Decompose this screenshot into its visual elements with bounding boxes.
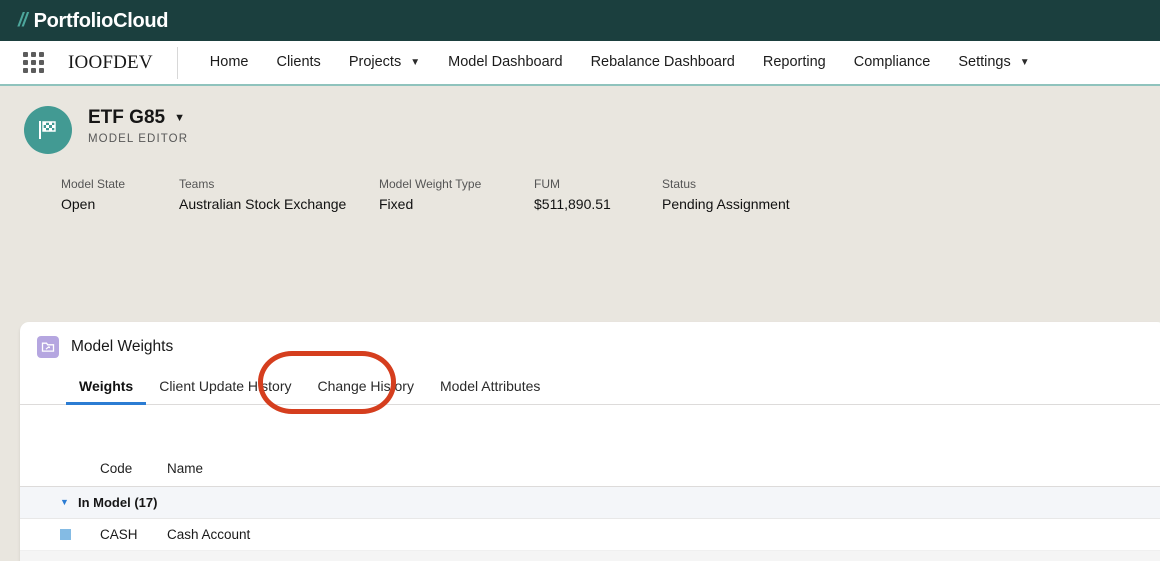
- nav-item-label: Projects: [349, 41, 401, 84]
- checkered-flag-icon: [35, 117, 61, 143]
- tab-list: Weights Client Update History Change His…: [20, 371, 1160, 405]
- nav-item-label: Rebalance Dashboard: [591, 41, 735, 84]
- group-label: In Model (17): [78, 495, 157, 510]
- row-color-swatch-cell: [60, 529, 100, 540]
- grid-dot: [31, 68, 36, 73]
- nav-item-label: Clients: [276, 41, 320, 84]
- tab-label: Model Attributes: [440, 378, 540, 394]
- record-title-block: ETF G85 ▼ MODEL EDITOR: [88, 103, 188, 145]
- table-row[interactable]: XARO ActiveX Ardea Real Outcome Bond Fun…: [20, 551, 1160, 561]
- field-status: Status Pending Assignment: [662, 177, 862, 212]
- color-swatch-icon: [60, 529, 71, 540]
- record-header: ETF G85 ▼ MODEL EDITOR: [0, 86, 1160, 154]
- field-model-state: Model State Open: [61, 177, 179, 212]
- nav-item-label: Home: [210, 41, 249, 84]
- model-weights-card: Model Weights Weights Client Update Hist…: [20, 322, 1160, 561]
- nav-item-label: Compliance: [854, 41, 931, 84]
- grid-dot: [31, 60, 36, 65]
- nav-item-settings[interactable]: Settings ▼: [944, 41, 1043, 84]
- cell-code: CASH: [100, 527, 167, 542]
- nav-divider: [177, 47, 178, 79]
- nav-item-clients[interactable]: Clients: [262, 41, 334, 84]
- nav-item-projects[interactable]: Projects ▼: [335, 41, 434, 84]
- grid-dot: [23, 60, 28, 65]
- column-header-name[interactable]: Name: [167, 461, 1160, 476]
- nav-item-label: Reporting: [763, 41, 826, 84]
- field-value: $511,890.51: [534, 196, 662, 212]
- nav-item-rebalance-dashboard[interactable]: Rebalance Dashboard: [577, 41, 749, 84]
- field-label: Teams: [179, 177, 379, 191]
- app-grid-icon[interactable]: [20, 50, 46, 76]
- model-weights-icon: [37, 336, 59, 358]
- tab-label: Change History: [317, 378, 414, 394]
- record-title-text: ETF G85: [88, 107, 165, 129]
- nav-item-reporting[interactable]: Reporting: [749, 41, 840, 84]
- chevron-down-icon: ▼: [410, 58, 420, 68]
- brand-name: PortfolioCloud: [34, 11, 169, 31]
- chevron-down-icon: ▼: [1020, 58, 1030, 68]
- nav-item-list: Home Clients Projects ▼ Model Dashboard …: [196, 41, 1044, 84]
- avatar: [24, 106, 72, 154]
- tab-label: Client Update History: [159, 378, 291, 394]
- model-weights-glyph-icon: [41, 340, 55, 354]
- page-body: ETF G85 ▼ MODEL EDITOR Model State Open …: [0, 86, 1160, 561]
- card-title: Model Weights: [71, 338, 173, 356]
- nav-item-label: Model Dashboard: [448, 41, 562, 84]
- global-navigation-bar: IOOFDEV Home Clients Projects ▼ Model Da…: [0, 41, 1160, 86]
- field-model-weight-type: Model Weight Type Fixed: [379, 177, 534, 212]
- card-header: Model Weights: [20, 322, 1160, 358]
- table-group-row-in-model[interactable]: ▼ In Model (17): [20, 487, 1160, 519]
- grid-dot: [31, 52, 36, 57]
- grid-dot: [23, 52, 28, 57]
- table-header-row: Code Name: [20, 451, 1160, 487]
- grid-dot: [23, 68, 28, 73]
- field-teams: Teams Australian Stock Exchange: [179, 177, 379, 212]
- field-value: Open: [61, 196, 179, 212]
- collapse-triangle-icon[interactable]: ▼: [60, 498, 78, 507]
- column-header-code[interactable]: Code: [100, 461, 167, 476]
- brand-logo-icon: //: [18, 11, 27, 30]
- field-fum: FUM $511,890.51: [534, 177, 662, 212]
- field-label: Model Weight Type: [379, 177, 534, 191]
- nav-item-home[interactable]: Home: [196, 41, 263, 84]
- chevron-down-icon: ▼: [174, 112, 185, 125]
- tab-model-attributes[interactable]: Model Attributes: [427, 371, 553, 404]
- tab-label: Weights: [79, 378, 133, 394]
- nav-item-model-dashboard[interactable]: Model Dashboard: [434, 41, 576, 84]
- tab-change-history[interactable]: Change History: [304, 371, 427, 404]
- org-name[interactable]: IOOFDEV: [68, 52, 153, 74]
- model-weights-table: Code Name ▼ In Model (17) CASH Cash Acco…: [20, 451, 1160, 561]
- page-title[interactable]: ETF G85 ▼: [88, 107, 188, 129]
- cell-name: Cash Account: [167, 527, 1160, 542]
- field-label: Status: [662, 177, 862, 191]
- tab-weights[interactable]: Weights: [66, 371, 146, 404]
- nav-item-compliance[interactable]: Compliance: [840, 41, 945, 84]
- field-value: Fixed: [379, 196, 534, 212]
- grid-dot: [39, 52, 44, 57]
- table-row[interactable]: CASH Cash Account: [20, 519, 1160, 551]
- field-value: Australian Stock Exchange: [179, 196, 379, 212]
- grid-dot: [39, 60, 44, 65]
- brand-bar: // PortfolioCloud: [0, 0, 1160, 41]
- tab-client-update-history[interactable]: Client Update History: [146, 371, 304, 404]
- nav-item-label: Settings: [958, 41, 1010, 84]
- grid-dot: [39, 68, 44, 73]
- field-value: Pending Assignment: [662, 196, 862, 212]
- field-label: Model State: [61, 177, 179, 191]
- record-subtitle: MODEL EDITOR: [88, 133, 188, 145]
- field-label: FUM: [534, 177, 662, 191]
- record-detail-fields: Model State Open Teams Australian Stock …: [0, 177, 1160, 212]
